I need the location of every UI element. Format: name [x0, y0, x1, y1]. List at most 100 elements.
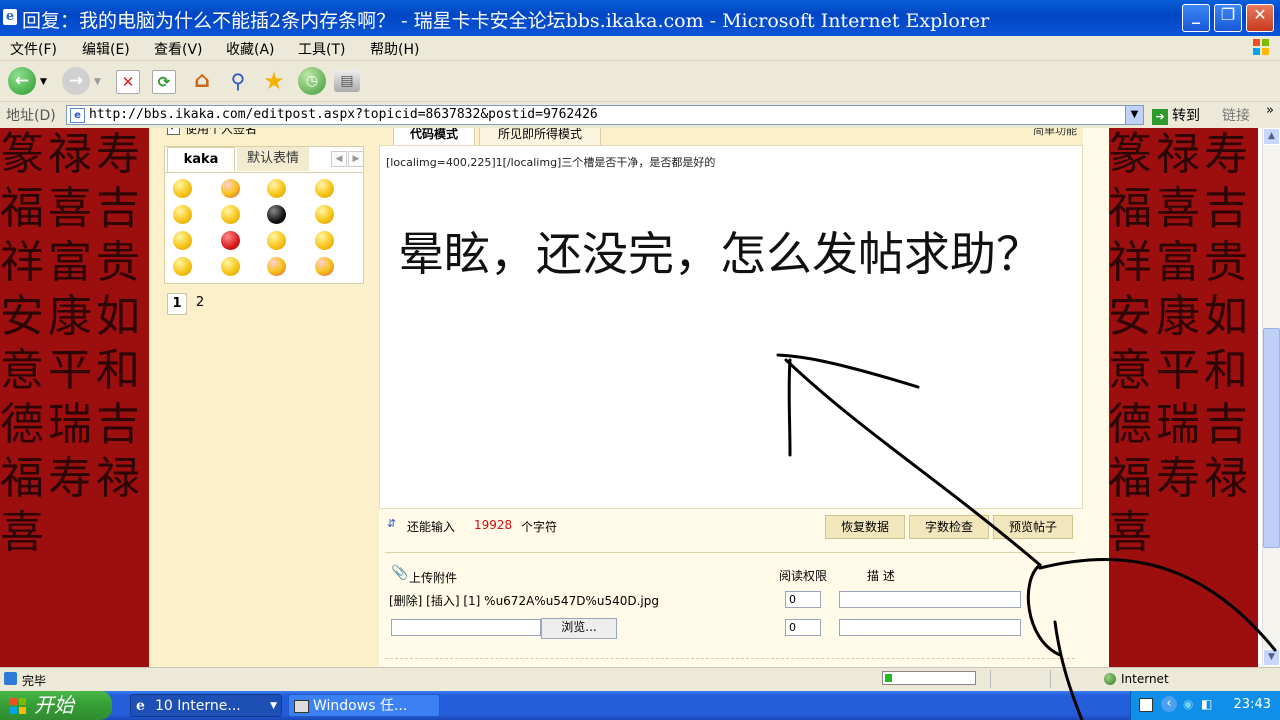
emoticon-think[interactable]	[173, 257, 192, 276]
ie-task-icon: e	[136, 698, 145, 714]
emoticon-page-1[interactable]: 1	[167, 293, 187, 315]
search-icon[interactable]: ⚲	[224, 67, 252, 95]
page-icon: e	[70, 108, 85, 123]
address-input[interactable]: e http://bbs.ikaka.com/editpost.aspx?top…	[66, 105, 1144, 125]
windows-flag-icon	[10, 698, 26, 714]
post-editor-area: ✓ 使用个人签名 kaka 默认表情 ◀ ▶ 1 2 代码模式 所见即所得模式 …	[149, 128, 1109, 667]
print-icon[interactable]: ▤	[334, 70, 360, 92]
close-button[interactable]: ✕	[1246, 4, 1274, 32]
section-divider	[385, 552, 1075, 553]
progress-fill	[885, 674, 892, 682]
windows-logo-icon	[1253, 39, 1269, 55]
menu-edit[interactable]: 编辑(E)	[82, 39, 130, 59]
zone-label: Internet	[1121, 672, 1169, 686]
emoticon-grin[interactable]	[173, 231, 192, 250]
signature-checkbox[interactable]: ✓	[167, 128, 180, 135]
network-icon[interactable]: ◉	[1183, 697, 1193, 711]
post-content-textarea[interactable]: [localimg=400,225]1[/localimg]三个槽是否干净，是否…	[379, 145, 1083, 509]
favorites-icon[interactable]: ★	[260, 67, 288, 95]
tab-default-emoticons[interactable]: 默认表情	[237, 147, 309, 171]
emoticon-sleepy[interactable]	[221, 257, 240, 276]
description-label: 描 述	[867, 569, 895, 583]
emoticon-cry[interactable]	[315, 205, 334, 224]
tray-app-icon[interactable]	[1139, 698, 1153, 712]
menu-bar: 文件(F) 编辑(E) 查看(V) 收藏(A) 工具(T) 帮助(H)	[0, 36, 1280, 61]
status-divider	[990, 670, 991, 688]
status-bar: 完毕 Internet	[0, 667, 1280, 692]
maximize-button[interactable]: ❐	[1214, 4, 1242, 32]
stop-icon[interactable]: ✕	[116, 70, 140, 94]
browse-button[interactable]: 浏览...	[541, 618, 617, 639]
emoticon-sweat[interactable]	[315, 231, 334, 250]
scroll-down-icon[interactable]: ▼	[1263, 649, 1280, 666]
address-dropdown-icon[interactable]: ▼	[1125, 106, 1143, 124]
emoticon-prev-icon[interactable]: ◀	[331, 151, 347, 167]
tab-kaka[interactable]: kaka	[167, 147, 235, 172]
volume-icon[interactable]: ◧	[1201, 697, 1212, 711]
scroll-up-icon[interactable]: ▲	[1263, 128, 1280, 145]
emoticon-dizzy[interactable]	[173, 205, 192, 224]
description-input-2[interactable]	[839, 619, 1021, 636]
system-tray: ‹ ◉ ◧ 23:43	[1130, 691, 1280, 720]
clock: 23:43	[1233, 697, 1271, 712]
emoticon-laugh[interactable]	[221, 179, 240, 198]
vertical-scrollbar[interactable]: ▲ ▼	[1262, 128, 1280, 667]
address-url[interactable]: http://bbs.ikaka.com/editpost.aspx?topic…	[89, 107, 598, 122]
refresh-icon[interactable]: ⟳	[152, 70, 176, 94]
read-permission-label: 阅读权限	[779, 569, 828, 583]
seal-glyphs-left: 篆禄寿福喜吉祥富贵安康如意平和德瑞吉福寿禄喜	[0, 129, 144, 558]
menu-favorites[interactable]: 收藏(A)	[226, 39, 275, 59]
seal-decoration-right: 篆禄寿福喜吉祥富贵安康如意平和德瑞吉福寿禄喜	[1108, 128, 1258, 667]
tab-wysiwyg-mode[interactable]: 所见即所得模式	[479, 128, 601, 146]
forward-dropdown-icon[interactable]: ▼	[94, 77, 101, 87]
status-text: 完毕	[22, 674, 47, 688]
menu-view[interactable]: 查看(V)	[154, 39, 203, 59]
description-input-1[interactable]	[839, 591, 1021, 608]
emoticon-love[interactable]	[267, 257, 286, 276]
emoticon-blink[interactable]	[267, 179, 286, 198]
simple-function-link[interactable]: 简单功能	[1033, 128, 1077, 138]
attached-file-entry[interactable]: [删除] [插入] [1] %u672A%u547D%u540D.jpg	[389, 592, 659, 609]
title-bar[interactable]: e 回复：我的电脑为什么不能插2条内存条啊？ - 瑞星卡卡安全论坛bbs.ika…	[0, 0, 1280, 36]
back-icon[interactable]: ←	[8, 67, 36, 95]
resize-arrows-icon[interactable]: ⇵	[387, 517, 396, 530]
go-button[interactable]: ➔ 转到	[1152, 105, 1200, 125]
menu-file[interactable]: 文件(F)	[10, 39, 57, 59]
editor-mode-bar: 代码模式 所见即所得模式 简单功能	[379, 128, 1083, 146]
back-dropdown-icon[interactable]: ▼	[40, 77, 47, 87]
page-done-icon	[4, 672, 17, 685]
seal-glyphs-right: 篆禄寿福喜吉祥富贵安康如意平和德瑞吉福寿禄喜	[1108, 129, 1252, 558]
remain-suffix: 个字符	[521, 520, 558, 534]
emoticon-black-face[interactable]	[267, 205, 286, 224]
taskbar-task-manager[interactable]: Windows 任...	[288, 694, 440, 717]
emoticon-shy[interactable]	[221, 205, 240, 224]
emoticon-surprise[interactable]	[315, 179, 334, 198]
emoticon-page-2[interactable]: 2	[191, 293, 209, 313]
scroll-thumb[interactable]	[1263, 328, 1280, 548]
minimize-button[interactable]: _	[1182, 4, 1210, 32]
permission-input-2[interactable]: 0	[785, 619, 821, 636]
history-icon[interactable]: ◷	[298, 67, 326, 95]
links-chevron-icon[interactable]: »	[1266, 103, 1274, 118]
emoticon-smile[interactable]	[173, 179, 192, 198]
tray-expand-icon[interactable]: ‹	[1161, 696, 1177, 712]
home-icon[interactable]: ⌂	[188, 67, 216, 95]
preview-post-button[interactable]: 预览帖子	[993, 515, 1073, 539]
menu-help[interactable]: 帮助(H)	[370, 39, 419, 59]
task-group-dropdown-icon[interactable]: ▼	[270, 695, 277, 718]
emoticon-next-icon[interactable]: ▶	[348, 151, 364, 167]
file-path-input[interactable]	[391, 619, 541, 636]
emoticon-angry[interactable]	[221, 231, 240, 250]
word-count-button[interactable]: 字数检查	[909, 515, 989, 539]
emoticon-panel: kaka 默认表情 ◀ ▶	[164, 146, 364, 284]
permission-input-1[interactable]: 0	[785, 591, 821, 608]
tab-code-mode[interactable]: 代码模式	[393, 128, 475, 146]
taskbar-ie-group[interactable]: e 10 Interne... ▼	[130, 694, 282, 717]
start-button[interactable]: 开始	[0, 691, 112, 720]
emoticon-kiss[interactable]	[315, 257, 334, 276]
links-button[interactable]: 链接	[1222, 105, 1250, 125]
menu-tools[interactable]: 工具(T)	[298, 39, 345, 59]
restore-data-button[interactable]: 恢复数据	[825, 515, 905, 539]
forward-icon[interactable]: →	[62, 67, 90, 95]
emoticon-wink[interactable]	[267, 231, 286, 250]
